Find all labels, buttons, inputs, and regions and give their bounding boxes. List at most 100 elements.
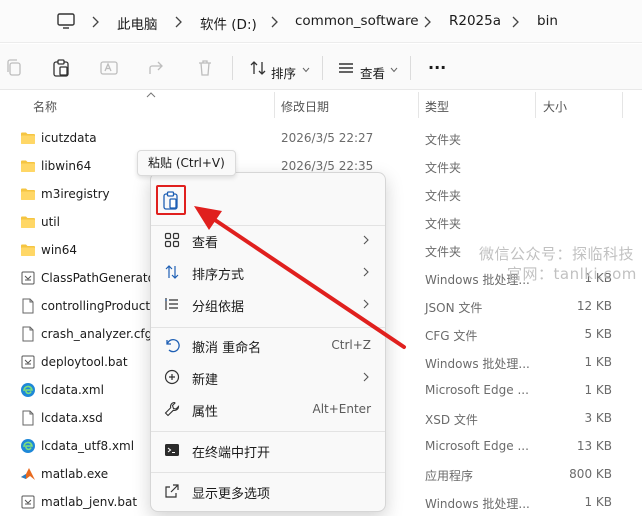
- column-size[interactable]: 大小: [543, 98, 567, 115]
- file-size: 1 KB: [584, 383, 612, 397]
- menu-item-shortcut: Ctrl+Z: [331, 338, 371, 352]
- matlab-icon: [21, 468, 35, 480]
- file-type: XSD 文件: [425, 413, 478, 427]
- chevron-right-icon[interactable]: [422, 15, 432, 29]
- breadcrumb-bin[interactable]: bin: [537, 13, 558, 29]
- copy-icon[interactable]: [4, 58, 24, 78]
- sort-icon[interactable]: [248, 58, 268, 78]
- menu-item-open-in-terminal[interactable]: 在终端中打开: [151, 435, 385, 465]
- file-date: 2026/3/5 22:27: [281, 131, 374, 145]
- terminal-icon: [165, 444, 179, 456]
- file-name: lcdata.xml: [41, 383, 104, 397]
- file-type: Windows 批处理...: [425, 497, 530, 511]
- column-divider[interactable]: [418, 92, 419, 118]
- quick-actions-bar: [151, 173, 385, 219]
- address-bar[interactable]: 此电脑 软件 (D:) common_software R2025a bin: [0, 0, 642, 43]
- paste-button[interactable]: [156, 185, 186, 215]
- menu-item-show-more-options[interactable]: 显示更多选项: [151, 476, 385, 506]
- chevron-right-icon: [363, 267, 369, 277]
- delete-icon[interactable]: [195, 58, 215, 78]
- chevron-right-icon[interactable]: [510, 15, 520, 29]
- menu-item-properties[interactable]: 属性 Alt+Enter: [151, 394, 385, 424]
- chevron-down-icon[interactable]: [302, 67, 310, 73]
- file-name: libwin64: [41, 159, 92, 173]
- file-size: 3 KB: [584, 411, 612, 425]
- chevron-right-icon[interactable]: [173, 15, 183, 29]
- column-header: 名称 修改日期 类型 大小: [0, 92, 642, 118]
- edge-icon: [21, 383, 35, 397]
- column-name[interactable]: 名称: [33, 98, 57, 115]
- toolbar-divider: [322, 56, 323, 80]
- menu-item-undo-rename[interactable]: 撤消 重命名 Ctrl+Z: [151, 330, 385, 360]
- file-name: ClassPathGenerator: [41, 271, 160, 285]
- file-type: 文件夹: [425, 133, 462, 147]
- sort-button[interactable]: 排序: [271, 63, 296, 82]
- file-name: lcdata.xsd: [41, 411, 103, 425]
- folder-icon: [21, 216, 35, 228]
- toolbar-divider: [410, 56, 411, 80]
- command-bar: 排序 查看 ···: [0, 44, 642, 90]
- rename-icon[interactable]: [99, 58, 119, 78]
- menu-item-view[interactable]: 查看: [151, 225, 385, 255]
- file-name: crash_analyzer.cfg: [41, 327, 153, 341]
- file-type: 文件夹: [425, 245, 462, 259]
- column-divider[interactable]: [535, 92, 536, 118]
- file-type: 文件夹: [425, 189, 462, 203]
- more-options-button[interactable]: ···: [428, 58, 446, 77]
- breadcrumb-r2025a[interactable]: R2025a: [449, 13, 501, 29]
- breadcrumb-this-pc[interactable]: 此电脑: [117, 13, 158, 33]
- column-type[interactable]: 类型: [425, 98, 449, 115]
- file-icon: [22, 410, 34, 426]
- file-date: 2026/3/5 22:35: [281, 159, 374, 173]
- menu-separator: [151, 431, 385, 432]
- watermark-website: 官网：tanlki.com: [507, 265, 637, 283]
- column-date[interactable]: 修改日期: [281, 98, 329, 115]
- chevron-right-icon: [363, 235, 369, 245]
- file-name: icutzdata: [41, 131, 97, 145]
- file-name: matlab.exe: [41, 467, 109, 481]
- menu-item-label: 显示更多选项: [192, 487, 271, 502]
- share-icon[interactable]: [147, 58, 167, 78]
- file-name: util: [41, 215, 60, 229]
- file-size: 13 KB: [576, 439, 612, 453]
- view-button[interactable]: 查看: [360, 63, 385, 82]
- menu-item-group-by[interactable]: 分组依据: [151, 289, 385, 319]
- menu-separator: [151, 472, 385, 473]
- watermark-wechat: 微信公众号：探临科技: [479, 245, 635, 263]
- file-icon: [22, 326, 34, 342]
- share-icon: [165, 484, 179, 498]
- edge-icon: [21, 439, 35, 453]
- file-type: JSON 文件: [425, 301, 483, 315]
- toolbar-divider: [232, 56, 233, 80]
- menu-separator: [151, 327, 385, 328]
- list-item[interactable]: icutzdata 2026/3/5 22:27 文件夹: [0, 124, 642, 152]
- view-list-icon[interactable]: [336, 58, 356, 78]
- file-icon: [22, 298, 34, 314]
- breadcrumb-common-software[interactable]: common_software: [295, 13, 419, 29]
- menu-item-label: 属性: [192, 405, 219, 420]
- chevron-right-icon[interactable]: [269, 15, 279, 29]
- column-divider[interactable]: [274, 92, 275, 118]
- computer-icon[interactable]: [56, 11, 76, 31]
- batch-file-icon: [21, 355, 35, 369]
- wrench-icon: [164, 401, 180, 417]
- undo-icon: [166, 338, 180, 353]
- file-name: lcdata_utf8.xml: [41, 439, 135, 453]
- menu-item-shortcut: Alt+Enter: [312, 402, 371, 416]
- group-icon: [165, 298, 178, 310]
- paste-icon[interactable]: [51, 58, 71, 78]
- file-name: matlab_jenv.bat: [41, 495, 138, 509]
- grid-icon: [164, 232, 180, 248]
- file-name: deploytool.bat: [41, 355, 128, 369]
- menu-item-label: 分组依据: [192, 300, 245, 315]
- file-type: 文件夹: [425, 217, 462, 231]
- chevron-down-icon[interactable]: [390, 67, 398, 73]
- file-type: 应用程序: [425, 469, 474, 483]
- chevron-right-icon[interactable]: [90, 15, 100, 29]
- menu-item-label: 撤消 重命名: [192, 341, 262, 356]
- column-divider[interactable]: [622, 92, 623, 118]
- menu-item-sort-by[interactable]: 排序方式: [151, 257, 385, 287]
- breadcrumb-drive[interactable]: 软件 (D:): [200, 13, 257, 33]
- menu-item-new[interactable]: 新建: [151, 362, 385, 392]
- file-type: CFG 文件: [425, 329, 478, 343]
